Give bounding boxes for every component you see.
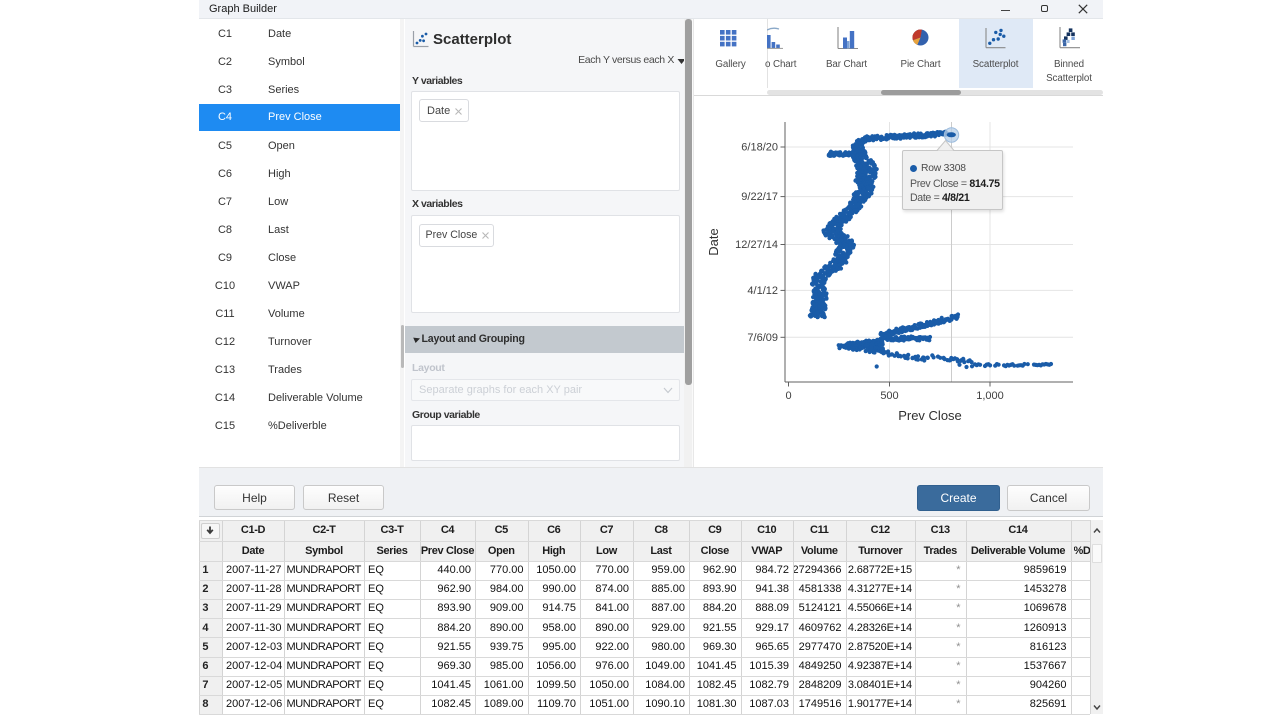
svg-text:0: 0	[785, 390, 791, 402]
svg-text:6/18/20: 6/18/20	[741, 142, 778, 154]
svg-text:1,000: 1,000	[976, 390, 1004, 402]
svg-text:4/1/12: 4/1/12	[747, 285, 778, 297]
svg-text:9/22/17: 9/22/17	[741, 191, 778, 203]
svg-text:7/6/09: 7/6/09	[747, 332, 778, 344]
svg-text:500: 500	[880, 390, 898, 402]
svg-text:Date: Date	[706, 228, 721, 255]
svg-text:Prev Close: Prev Close	[898, 408, 962, 423]
svg-text:12/27/14: 12/27/14	[735, 239, 778, 251]
